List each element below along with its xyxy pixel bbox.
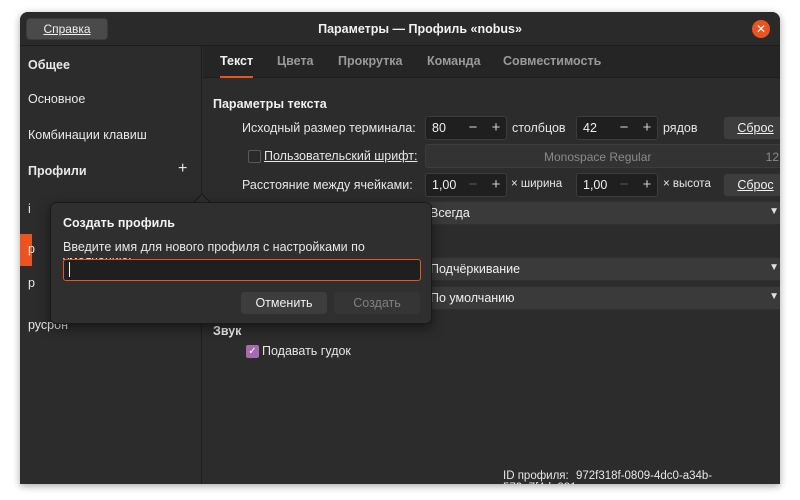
width-unit: × ширина <box>511 178 563 190</box>
tab-command[interactable]: Команда <box>427 46 481 78</box>
text-params-title: Параметры текста <box>213 97 327 111</box>
blink-combo-value: Всегда <box>430 206 470 220</box>
tab-bar: Текст Цвета Прокрутка Команда Совместимо… <box>203 46 780 78</box>
cell-spacing-label: Расстояние между ячейками: <box>242 178 413 192</box>
sound-title: Звук <box>213 324 242 338</box>
chevron-down-icon: ▼ <box>769 291 779 302</box>
tab-scrolling[interactable]: Прокрутка <box>338 46 402 78</box>
create-profile-popover: Создать профиль Введите имя для нового п… <box>50 202 432 324</box>
sidebar-item-shortcuts[interactable]: Комбинации клавиш <box>28 128 147 142</box>
cursor-blink-combo[interactable]: По умолчанию ▼ <box>425 286 780 310</box>
columns-value: 80 <box>432 121 446 135</box>
plus-icon[interactable]: + <box>485 118 507 138</box>
tab-text[interactable]: Текст <box>220 46 254 78</box>
sidebar-general-header: Общее <box>28 58 70 72</box>
minus-icon[interactable]: − <box>462 175 484 195</box>
beep-label-text: Подавать гудок <box>262 344 351 358</box>
terminal-size-label: Исходный размер терминала: <box>242 121 416 135</box>
blink-combo[interactable]: Всегда ▼ <box>425 201 780 225</box>
custom-font-checkbox[interactable] <box>248 150 261 163</box>
width-spinner[interactable]: 1,00 − + <box>425 173 507 197</box>
title-bar: Справка Параметры — Профиль «nobus» ✕ <box>20 12 780 46</box>
font-name: Monospace Regular <box>544 150 652 164</box>
plus-icon[interactable]: + <box>636 118 658 138</box>
height-unit: × высота <box>663 178 711 190</box>
reset-size-button[interactable]: Сброс <box>723 116 780 140</box>
sidebar-item-general[interactable]: Основное <box>28 92 85 106</box>
preferences-window: Справка Параметры — Профиль «nobus» ✕ Об… <box>20 12 780 484</box>
plus-icon[interactable]: + <box>485 175 507 195</box>
sidebar-profile-item[interactable]: i <box>28 202 31 216</box>
text-cursor <box>69 262 70 277</box>
profile-id: ID профиля: 972f318f-0809-4dc0-a34b-573e… <box>503 470 780 484</box>
close-icon[interactable]: ✕ <box>752 20 770 38</box>
sidebar-profile-item[interactable]: р <box>28 276 35 290</box>
reset-size-label: Сброс <box>737 121 774 135</box>
rows-value: 42 <box>583 121 597 135</box>
add-profile-button[interactable]: + <box>178 160 187 178</box>
sidebar-profiles-header: Профили <box>28 164 87 178</box>
help-button[interactable]: Справка <box>26 18 108 40</box>
width-value: 1,00 <box>432 178 457 192</box>
minus-icon[interactable]: − <box>613 118 635 138</box>
cursor-blink-value: По умолчанию <box>430 291 515 305</box>
minus-icon[interactable]: − <box>462 118 484 138</box>
minus-icon[interactable]: − <box>613 175 635 195</box>
chevron-down-icon: ▼ <box>769 262 779 273</box>
tab-colors[interactable]: Цвета <box>277 46 314 78</box>
cursor-shape-combo[interactable]: Подчёркивание ▼ <box>425 257 780 281</box>
chevron-down-icon: ▼ <box>769 206 779 217</box>
check-icon: ✓ <box>248 346 257 357</box>
font-chooser[interactable]: Monospace Regular 12 <box>425 144 780 168</box>
beep-label[interactable]: Подавать гудок <box>262 344 351 358</box>
height-value: 1,00 <box>583 178 608 192</box>
columns-unit: столбцов <box>512 121 566 135</box>
custom-font-label[interactable]: Пользовательский шрифт: <box>264 149 417 163</box>
cancel-button[interactable]: Отменить <box>240 291 328 315</box>
font-size: 12 <box>765 150 779 164</box>
reset-spacing-button[interactable]: Сброс <box>723 173 780 197</box>
popover-title: Создать профиль <box>63 216 175 230</box>
height-spinner[interactable]: 1,00 − + <box>576 173 658 197</box>
beep-checkbox[interactable]: ✓ <box>246 345 259 358</box>
plus-icon[interactable]: + <box>636 175 658 195</box>
sidebar-profile-item[interactable]: р <box>28 242 35 256</box>
rows-unit: рядов <box>663 121 698 135</box>
columns-spinner[interactable]: 80 − + <box>425 116 507 140</box>
tab-compatibility[interactable]: Совместимость <box>503 46 601 78</box>
profile-id-label: ID профиля: <box>503 470 569 482</box>
profile-name-input[interactable] <box>63 259 421 281</box>
rows-spinner[interactable]: 42 − + <box>576 116 658 140</box>
create-button[interactable]: Создать <box>333 291 421 315</box>
window-title: Параметры — Профиль «nobus» <box>318 22 522 36</box>
reset-spacing-label: Сброс <box>737 178 774 192</box>
cursor-shape-value: Подчёркивание <box>430 262 521 276</box>
